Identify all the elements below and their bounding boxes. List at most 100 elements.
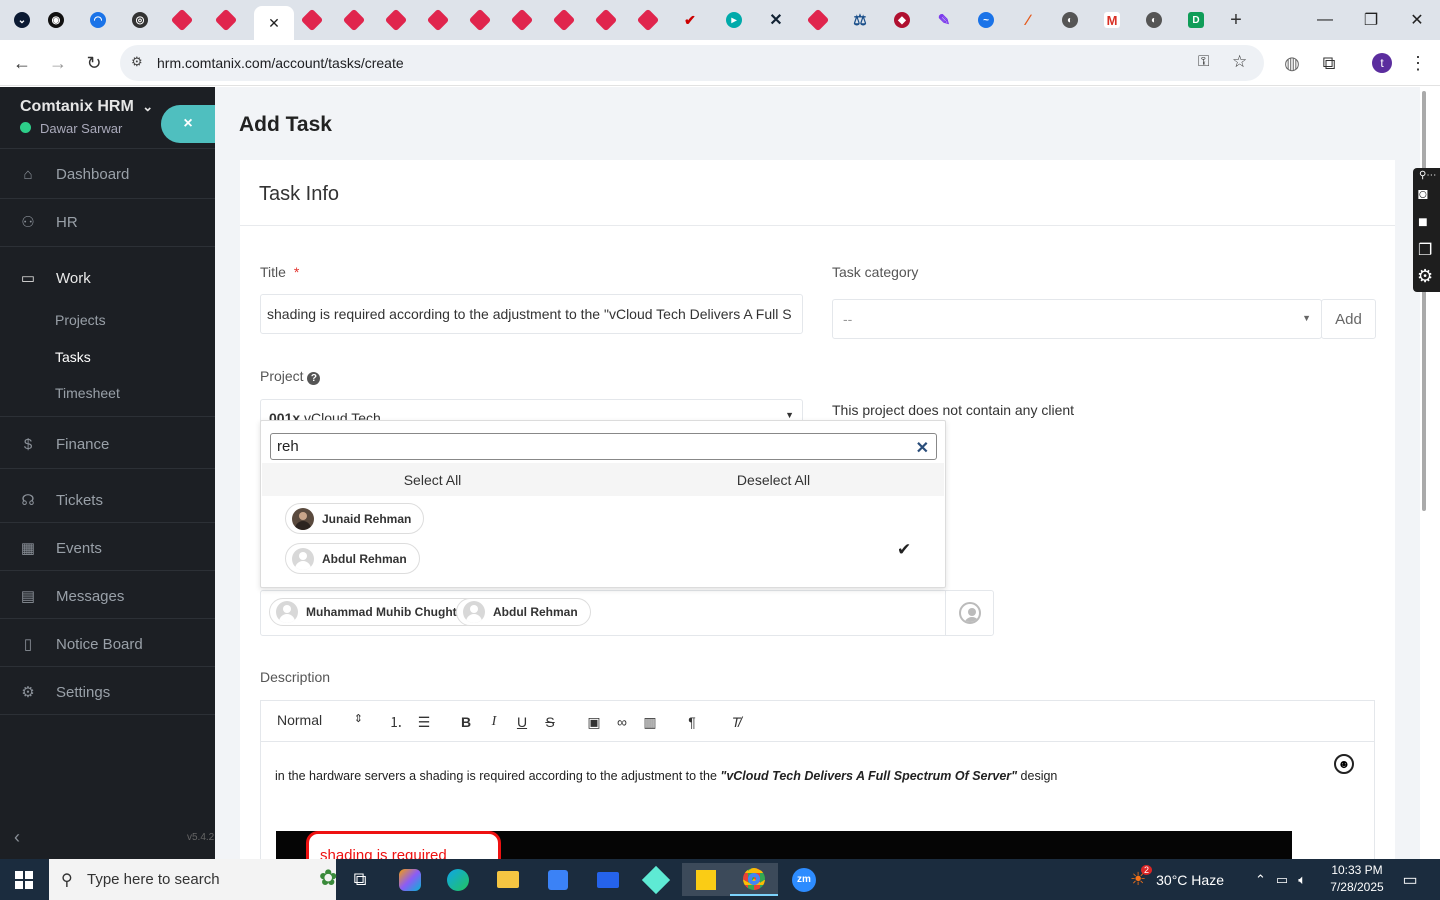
taskbar-search[interactable]: ⚲ Type here to search ✿ bbox=[49, 859, 337, 900]
copilot-icon[interactable] bbox=[386, 863, 434, 896]
browser-tab[interactable] bbox=[334, 6, 374, 34]
browser-tab[interactable]: M bbox=[1092, 6, 1132, 34]
strikethrough-icon[interactable]: S bbox=[540, 712, 560, 732]
profile-avatar[interactable]: t bbox=[1368, 49, 1396, 77]
camera-icon[interactable]: ◙ bbox=[1418, 186, 1428, 204]
browser-tab[interactable] bbox=[376, 6, 416, 34]
new-tab-button[interactable]: + bbox=[1216, 6, 1256, 34]
member-chip[interactable]: Muhammad Muhib Chughtai bbox=[269, 598, 480, 626]
browser-tab[interactable] bbox=[418, 6, 458, 34]
italic-icon[interactable]: I bbox=[484, 712, 504, 732]
sidebar-subitem-projects[interactable]: Projects bbox=[55, 312, 106, 328]
zoom-icon[interactable]: zm bbox=[780, 863, 828, 896]
weather-widget[interactable]: ☀ 2 30°C Haze bbox=[1130, 859, 1224, 900]
browser-tab[interactable]: ~ bbox=[966, 6, 1006, 34]
member-search-input[interactable]: reh ✕ bbox=[270, 433, 937, 460]
site-settings-icon[interactable]: ⚙ bbox=[131, 54, 143, 70]
sidebar-item-messages[interactable]: ▤ Messages bbox=[0, 576, 215, 616]
file-explorer-icon[interactable] bbox=[484, 863, 532, 896]
browser-tab[interactable] bbox=[544, 6, 584, 34]
sidebar-subitem-timesheet[interactable]: Timesheet bbox=[55, 385, 120, 401]
scrollbar-thumb[interactable] bbox=[1422, 91, 1426, 511]
task-view-icon[interactable]: ⧉ bbox=[336, 863, 384, 896]
browser-tab[interactable] bbox=[162, 6, 202, 34]
edge-icon[interactable] bbox=[434, 863, 482, 896]
sidebar-item-work[interactable]: ▭ Work bbox=[0, 258, 215, 298]
browser-tab[interactable]: ⚖ bbox=[840, 6, 880, 34]
ordered-list-icon[interactable]: ⒈ bbox=[386, 712, 406, 732]
dropdown-option[interactable]: Junaid Rehman bbox=[285, 503, 425, 534]
url-text[interactable]: hrm.comtanix.com/account/tasks/create bbox=[157, 55, 404, 71]
browser-tab[interactable]: ◐ bbox=[1134, 6, 1174, 34]
sidebar-item-tickets[interactable]: ☊ Tickets bbox=[0, 480, 215, 520]
sticky-notes-icon[interactable] bbox=[682, 863, 730, 896]
browser-tab[interactable] bbox=[798, 6, 838, 34]
video-icon[interactable]: ▥ bbox=[640, 712, 660, 732]
notification-icon[interactable]: ▭ bbox=[1386, 863, 1434, 896]
sidebar-subitem-tasks[interactable]: Tasks bbox=[55, 349, 91, 365]
sidebar-item-events[interactable]: ▦ Events bbox=[0, 528, 215, 568]
select-all-button[interactable]: Select All bbox=[262, 463, 603, 496]
text-direction-icon[interactable]: ¶ bbox=[682, 712, 702, 732]
windows-start-icon[interactable] bbox=[0, 863, 48, 896]
emoji-icon[interactable]: ☻ bbox=[1334, 754, 1354, 774]
bookmark-star-icon[interactable]: ☆ bbox=[1232, 52, 1247, 72]
back-button[interactable]: ← bbox=[8, 49, 36, 77]
bullet-list-icon[interactable]: ☰ bbox=[414, 712, 434, 732]
close-sidebar-button[interactable]: × bbox=[161, 105, 215, 143]
image-icon[interactable]: ▣ bbox=[584, 712, 604, 732]
browser-tab[interactable] bbox=[502, 6, 542, 34]
format-select[interactable]: Normal ⇕ bbox=[277, 712, 367, 732]
restore-button[interactable]: ❐ bbox=[1348, 0, 1394, 40]
browser-menu-icon[interactable]: ⋮ bbox=[1404, 49, 1432, 77]
browser-tab[interactable]: ◠ bbox=[78, 6, 118, 34]
dropdown-option[interactable]: Abdul Rehman bbox=[285, 543, 420, 574]
browser-tab[interactable] bbox=[206, 6, 246, 34]
sidebar-item-dashboard[interactable]: ⌂ Dashboard bbox=[0, 154, 215, 194]
browser-tab[interactable]: ◉ bbox=[36, 6, 76, 34]
browser-tab[interactable]: ∕ bbox=[1008, 6, 1048, 34]
add-category-button[interactable]: Add bbox=[1321, 299, 1376, 339]
translate-icon[interactable]: ◍ bbox=[1278, 49, 1306, 77]
browser-tab[interactable]: ◐ bbox=[1050, 6, 1090, 34]
sidebar-item-hr[interactable]: ⚇ HR bbox=[0, 202, 215, 242]
window-icon[interactable]: ❐ bbox=[1418, 240, 1432, 260]
network-icon[interactable]: ▭ bbox=[1276, 872, 1288, 888]
deselect-all-button[interactable]: Deselect All bbox=[603, 463, 944, 496]
underline-icon[interactable]: U bbox=[512, 712, 532, 732]
browser-tab[interactable] bbox=[460, 6, 500, 34]
pin-icon[interactable]: ⚲⋯ bbox=[1419, 170, 1436, 181]
title-input[interactable]: shading is required according to the adj… bbox=[260, 294, 803, 334]
browser-tab[interactable]: ◎ bbox=[120, 6, 160, 34]
app-icon[interactable] bbox=[632, 863, 680, 896]
chrome-icon[interactable] bbox=[730, 863, 778, 896]
clear-format-icon[interactable]: T̸ bbox=[726, 712, 746, 732]
minimize-button[interactable]: — bbox=[1302, 0, 1348, 40]
link-icon[interactable]: ∞ bbox=[612, 712, 632, 732]
brand-name[interactable]: Comtanix HRM ⌄ bbox=[20, 98, 153, 116]
collapse-sidebar-icon[interactable]: ‹ bbox=[14, 827, 20, 848]
store-icon[interactable] bbox=[534, 863, 582, 896]
task-category-select[interactable]: -- ▼ bbox=[832, 299, 1322, 339]
question-circle-icon[interactable]: ? bbox=[307, 372, 321, 385]
reload-button[interactable]: ↻ bbox=[80, 49, 108, 77]
browser-tab[interactable]: ◆ bbox=[882, 6, 922, 34]
browser-tab[interactable]: ▸ bbox=[714, 6, 754, 34]
browser-tab[interactable]: ✔ bbox=[670, 6, 710, 34]
omnibox[interactable]: ⚙ hrm.comtanix.com/account/tasks/create … bbox=[120, 45, 1264, 81]
forward-button[interactable]: → bbox=[44, 49, 72, 77]
close-window-button[interactable]: ✕ bbox=[1394, 0, 1440, 40]
avatar[interactable] bbox=[959, 602, 981, 624]
clock[interactable]: 10:33 PM 7/28/2025 bbox=[1326, 862, 1388, 896]
video-camera-icon[interactable]: ■ bbox=[1418, 214, 1428, 232]
sidebar-item-finance[interactable]: $ Finance bbox=[0, 424, 215, 464]
browser-tab[interactable] bbox=[586, 6, 626, 34]
member-chip[interactable]: Abdul Rehman bbox=[456, 598, 591, 626]
browser-tab[interactable]: ✎ bbox=[924, 6, 964, 34]
extensions-icon[interactable]: ⧉ bbox=[1315, 49, 1343, 77]
mail-icon[interactable] bbox=[584, 863, 632, 896]
browser-tab[interactable] bbox=[292, 6, 332, 34]
description-text[interactable]: in the hardware servers a shading is req… bbox=[275, 769, 1057, 783]
key-icon[interactable]: ⚿ bbox=[1198, 53, 1209, 70]
volume-icon[interactable]: 🔈︎ bbox=[1298, 872, 1306, 888]
